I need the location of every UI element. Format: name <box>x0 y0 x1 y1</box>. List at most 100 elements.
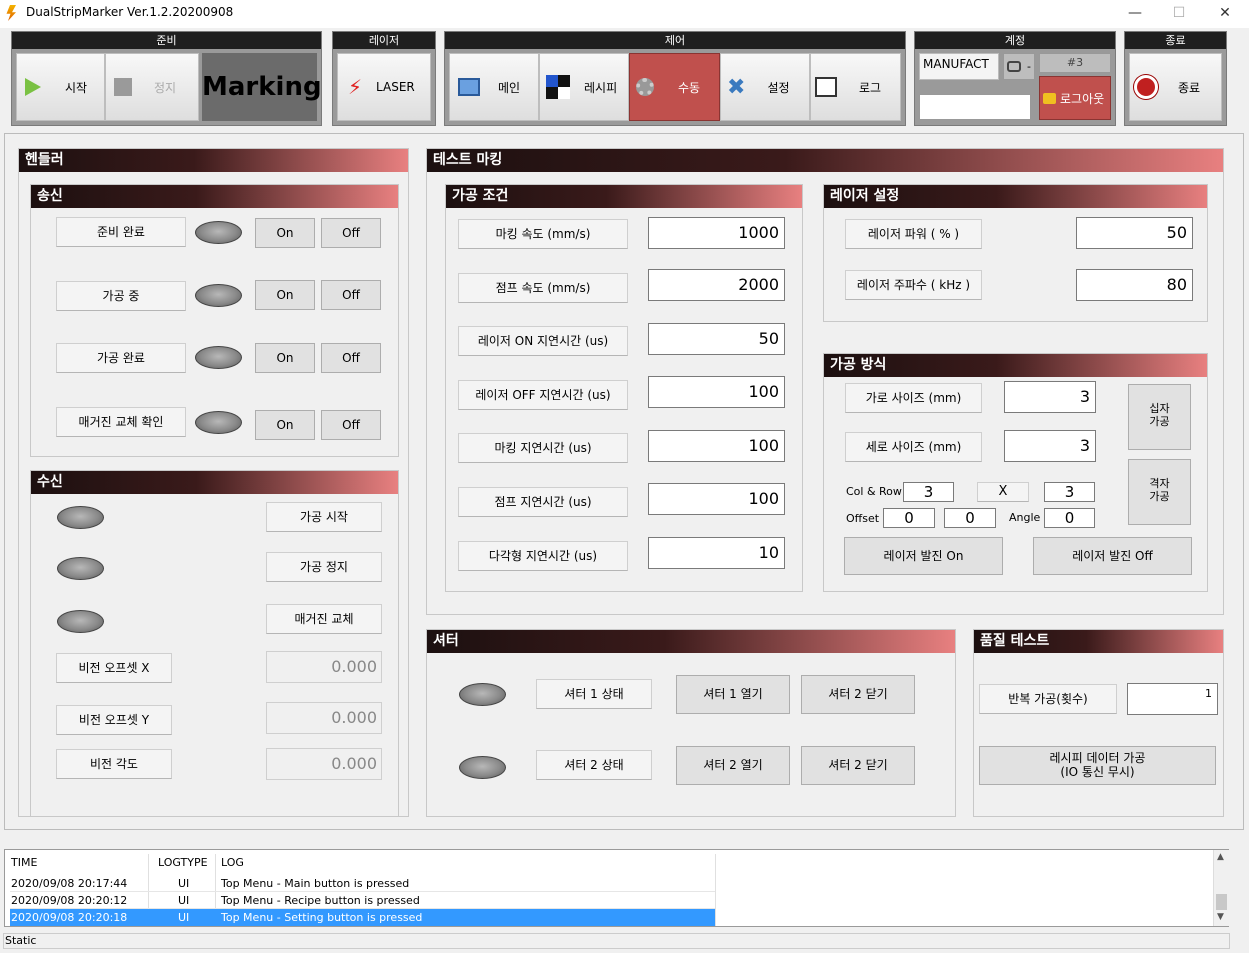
log-type: UI <box>178 911 190 924</box>
vision-label: 비전 오프셋 Y <box>56 705 172 735</box>
shutter-state-label: 셔터 2 상태 <box>536 750 652 780</box>
send-on-button[interactable]: On <box>255 218 315 248</box>
recipe-button[interactable]: 레시피 <box>539 53 629 121</box>
receive-signal-label: 매거진 교체 <box>266 604 382 634</box>
stop-icon <box>114 78 132 96</box>
shutter-state-label: 셔터 1 상태 <box>536 679 652 709</box>
cross-process-button[interactable]: 십자 가공 <box>1128 384 1191 450</box>
log-message: Top Menu - Setting button is pressed <box>221 911 423 924</box>
maximize-button[interactable]: ☐ <box>1169 4 1189 22</box>
log-scrollbar[interactable]: ▲ ▼ <box>1213 850 1229 926</box>
send-off-button[interactable]: Off <box>321 280 381 310</box>
width-label: 가로 사이즈 (mm) <box>845 383 982 413</box>
marking-status: Marking <box>202 53 322 121</box>
settings-label: 설정 <box>767 80 790 95</box>
scroll-up-icon[interactable]: ▲ <box>1217 852 1224 862</box>
exit-button[interactable]: 종료 <box>1129 53 1222 121</box>
send-led <box>195 221 242 244</box>
status-bar: Static <box>3 933 1230 949</box>
send-on-button[interactable]: On <box>255 280 315 310</box>
log-row[interactable]: 2020/09/08 20:17:44 UI Top Menu - Main b… <box>10 875 715 892</box>
logout-button[interactable]: 로그아웃 <box>1039 76 1111 120</box>
ready-group-header: 준비 <box>12 32 321 49</box>
recipe-process-line2: (IO 통신 무시) <box>1060 765 1135 779</box>
laser-fire-off-button[interactable]: 레이저 발진 Off <box>1033 537 1192 575</box>
play-icon <box>25 78 41 96</box>
send-title: 송신 <box>31 185 398 208</box>
log-row-selected[interactable]: 2020/09/08 20:20:18 UI Top Menu - Settin… <box>10 909 715 926</box>
laser-freq-input[interactable]: 80 <box>1076 269 1193 301</box>
angle-input[interactable]: 0 <box>1044 508 1095 528</box>
log-list[interactable]: TIME LOGTYPE LOG 2020/09/08 20:17:44 UI … <box>4 849 1229 927</box>
process-param-input[interactable]: 10 <box>648 537 785 569</box>
shutter-panel: 셔터 <box>426 629 956 817</box>
offset-y-input[interactable]: 0 <box>944 508 996 528</box>
grid-process-button[interactable]: 격자 가공 <box>1128 459 1191 525</box>
minimize-button[interactable]: — <box>1125 4 1145 22</box>
exit-group-header: 종료 <box>1125 32 1226 49</box>
angle-label: Angle <box>1009 511 1041 524</box>
log-message: Top Menu - Main button is pressed <box>221 877 410 890</box>
repeat-input[interactable]: 1 <box>1127 683 1218 715</box>
power-icon <box>1134 75 1158 99</box>
password-field[interactable] <box>919 94 1031 120</box>
process-param-input[interactable]: 50 <box>648 323 785 355</box>
send-led <box>195 411 242 434</box>
scroll-down-icon[interactable]: ▼ <box>1217 912 1224 922</box>
vision-label: 비전 오프셋 X <box>56 653 172 683</box>
manual-button[interactable]: 수동 <box>629 53 720 121</box>
log-button[interactable]: 로그 <box>810 53 901 121</box>
laser-freq-label: 레이저 주파수 ( kHz ) <box>845 270 982 300</box>
height-label: 세로 사이즈 (mm) <box>845 432 982 462</box>
lock-icon <box>1043 92 1056 104</box>
user-icon <box>1007 61 1021 72</box>
start-button[interactable]: 시작 <box>16 53 105 121</box>
shutter-close-button[interactable]: 셔터 2 닫기 <box>801 746 915 785</box>
process-param-input[interactable]: 100 <box>648 376 785 408</box>
shutter-close-button[interactable]: 셔터 2 닫기 <box>801 675 915 714</box>
stop-button[interactable]: 정지 <box>105 53 199 121</box>
title-bar: DualStripMarker Ver.1.2.20200908 — ☐ ✕ <box>0 0 1249 28</box>
send-off-button[interactable]: Off <box>321 218 381 248</box>
log-type: UI <box>178 877 190 890</box>
offset-label: Offset <box>846 512 880 525</box>
send-on-button[interactable]: On <box>255 410 315 440</box>
laser-power-input[interactable]: 50 <box>1076 217 1193 249</box>
logout-label: 로그아웃 <box>1060 91 1105 106</box>
manual-label: 수동 <box>678 80 701 95</box>
process-param-input[interactable]: 1000 <box>648 217 785 249</box>
laser-fire-on-button[interactable]: 레이저 발진 On <box>844 537 1003 575</box>
shutter-open-button[interactable]: 셔터 2 열기 <box>676 746 790 785</box>
main-button[interactable]: 메인 <box>449 53 539 121</box>
height-input[interactable]: 3 <box>1004 430 1096 462</box>
receive-led <box>57 557 104 580</box>
process-param-input[interactable]: 100 <box>648 430 785 462</box>
log-label: 로그 <box>859 80 882 95</box>
shutter-open-button[interactable]: 셔터 1 열기 <box>676 675 790 714</box>
settings-button[interactable]: ✖ 설정 <box>720 53 810 121</box>
send-on-button[interactable]: On <box>255 343 315 373</box>
tools-icon: ✖ <box>727 74 746 100</box>
log-time: 2020/09/08 20:20:18 <box>11 911 128 924</box>
process-param-label: 점프 속도 (mm/s) <box>458 273 628 303</box>
offset-x-input[interactable]: 0 <box>883 508 935 528</box>
col-input[interactable]: 3 <box>903 482 954 502</box>
log-row[interactable]: 2020/09/08 20:20:12 UI Top Menu - Recipe… <box>10 892 715 909</box>
process-param-input[interactable]: 2000 <box>648 269 785 301</box>
send-off-button[interactable]: Off <box>321 410 381 440</box>
laser-button[interactable]: ⚡ LASER <box>337 53 431 121</box>
process-param-label: 점프 지연시간 (us) <box>458 487 628 517</box>
process-param-label: 레이저 ON 지연시간 (us) <box>458 326 628 356</box>
process-title: 가공 조건 <box>446 185 802 208</box>
process-param-label: 다각형 지연시간 (us) <box>458 541 628 571</box>
recipe-process-button[interactable]: 레시피 데이터 가공 (IO 통신 무시) <box>979 746 1216 785</box>
width-input[interactable]: 3 <box>1004 381 1096 413</box>
row-input[interactable]: 3 <box>1044 482 1095 502</box>
quality-title: 품질 테스트 <box>974 630 1223 653</box>
log-header-type: LOGTYPE <box>158 856 208 869</box>
close-button[interactable]: ✕ <box>1215 4 1235 22</box>
scroll-thumb[interactable] <box>1216 894 1227 910</box>
process-param-input[interactable]: 100 <box>648 483 785 515</box>
send-off-button[interactable]: Off <box>321 343 381 373</box>
shutter-led <box>459 756 506 779</box>
